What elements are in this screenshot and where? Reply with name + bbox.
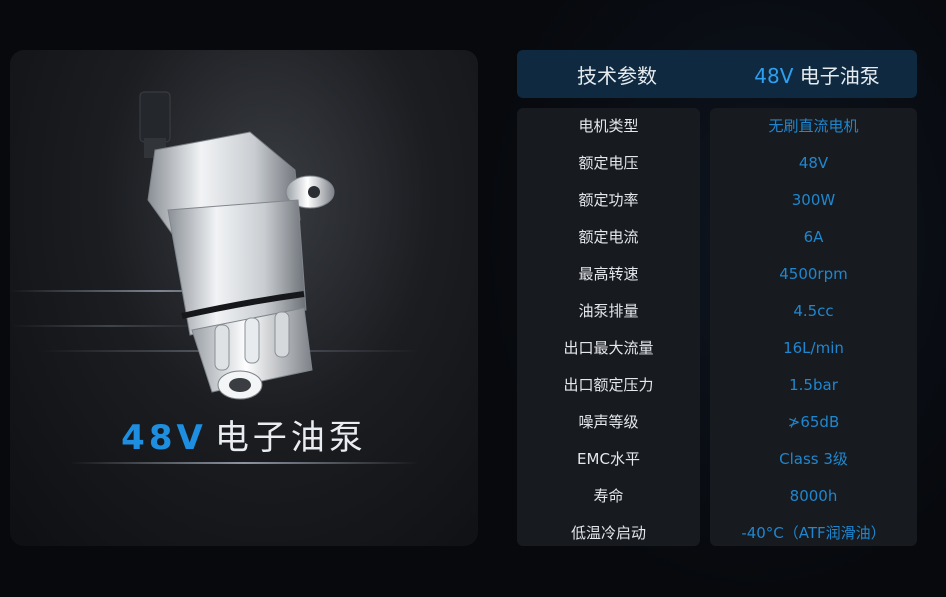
title-underline — [70, 462, 418, 464]
header-product: 电子油泵 — [793, 63, 880, 88]
header-product-name: 48V 电子油泵 — [717, 60, 917, 89]
spec-label: 噪声等级 — [578, 413, 639, 431]
product-title: 48V 电子油泵 — [10, 410, 478, 459]
spec-label: 额定电流 — [578, 228, 639, 246]
spec-label: 寿命 — [593, 487, 624, 505]
spec-label: 出口最大流量 — [563, 339, 654, 357]
header-voltage: 48V — [754, 63, 794, 88]
spec-label: 额定电压 — [578, 154, 639, 172]
spec-label: EMC水平 — [577, 450, 640, 468]
spec-value: 4500rpm — [779, 265, 848, 283]
spec-label: 出口额定压力 — [563, 376, 654, 394]
spec-label: 额定功率 — [578, 191, 639, 209]
spec-labels-column: 电机类型 额定电压 额定功率 额定电流 最高转速 油泵排量 出口最大流量 出口额… — [517, 108, 700, 546]
product-card: 48V 电子油泵 — [10, 50, 478, 546]
spec-value: 4.5cc — [793, 302, 834, 320]
spec-value: 无刷直流电机 — [768, 117, 859, 135]
spec-label: 油泵排量 — [578, 302, 639, 320]
spec-value: 48V — [798, 154, 829, 172]
spec-value: -40°C（ATF润滑油） — [741, 524, 886, 542]
product-title-voltage: 48V — [121, 418, 207, 458]
spec-label: 最高转速 — [578, 265, 639, 283]
spec-label: 电机类型 — [578, 117, 639, 135]
header-spec-label: 技术参数 — [577, 63, 657, 88]
spec-value: 1.5bar — [789, 376, 838, 394]
spec-values-column: 无刷直流电机 48V 300W 6A 4500rpm 4.5cc 16L/min… — [710, 108, 917, 546]
spec-table-header: 技术参数 48V 电子油泵 — [517, 50, 917, 98]
product-title-name: 电子油泵 — [214, 418, 367, 458]
electric-oil-pump-image — [139, 91, 335, 400]
spec-value: 16L/min — [783, 339, 844, 357]
spec-value: ≯65dB — [787, 413, 840, 431]
spec-value: 8000h — [789, 487, 838, 505]
spec-label: 低温冷启动 — [570, 524, 646, 542]
spec-value: 6A — [803, 228, 824, 246]
spec-value: 300W — [791, 191, 836, 209]
spec-value: Class 3级 — [779, 450, 848, 468]
